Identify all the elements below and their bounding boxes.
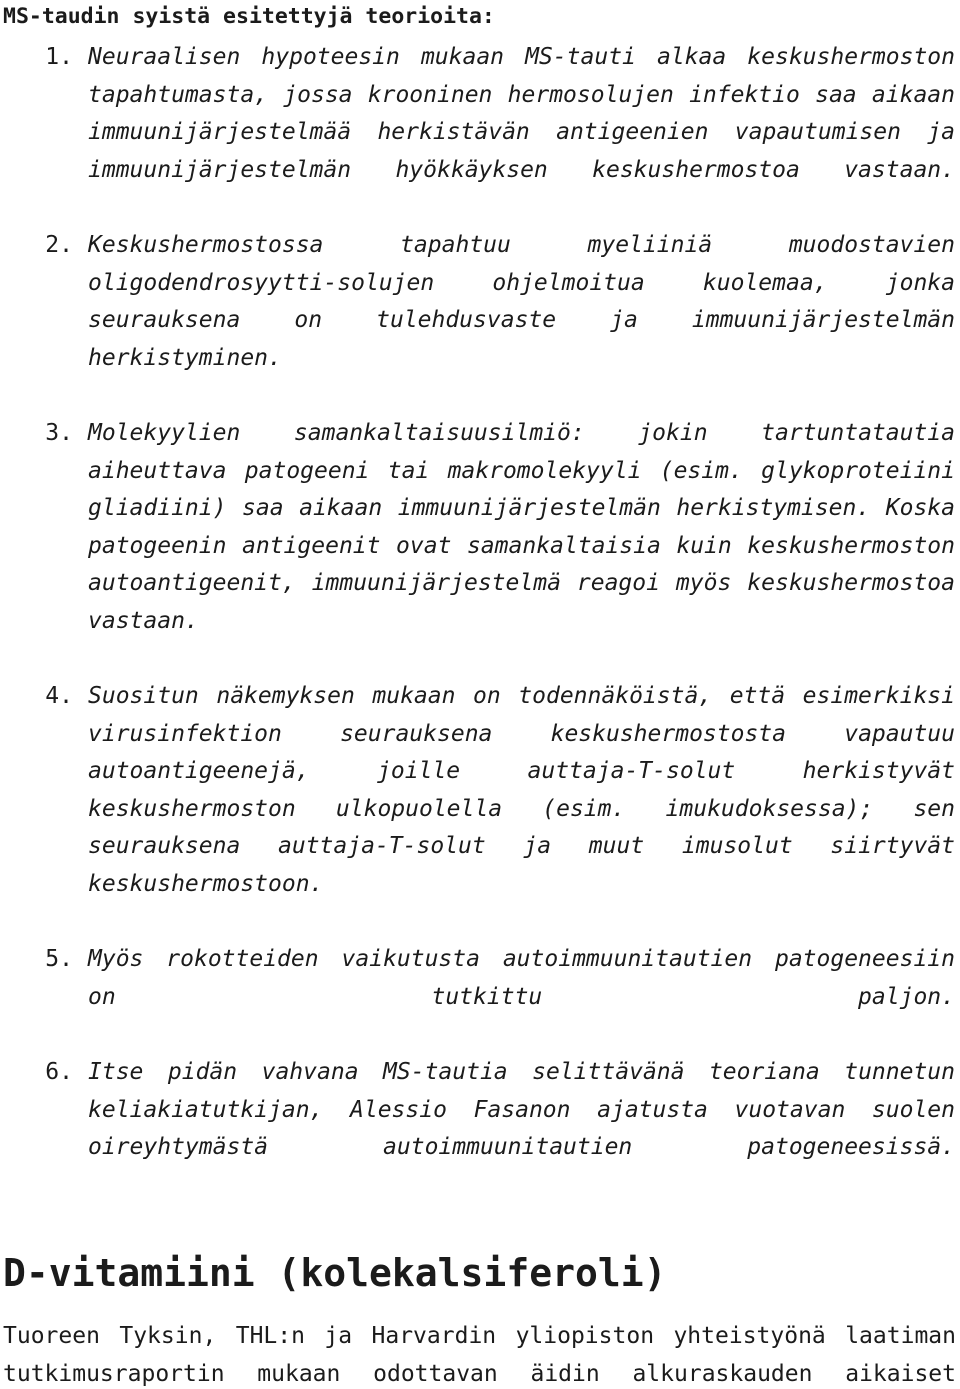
list-item-marker: 1. [45,44,73,70]
list-item-text: Itse pidän vahvana MS-tautia selittävänä… [88,1059,955,1161]
ms-theories-list-block: 1. Neuraalisen hypoteesin mukaan MS-taut… [0,39,960,1204]
ms-theories-list: 1. Neuraalisen hypoteesin mukaan MS-taut… [0,39,960,1204]
list-item-text: Keskushermostossa tapahtuu myeliiniä muo… [88,231,955,371]
list-item-marker: 4. [45,683,73,710]
list-item-text: Suositun näkemyksen mukaan on todennäköi… [88,683,955,898]
list-item: 3. Molekyylien samankaltaisuusilmiö: jok… [0,415,960,678]
list-item-text: Neuraalisen hypoteesin mukaan MS-tauti a… [88,44,955,183]
vitamin-d-paragraph: Tuoreen Tyksin, THL:n ja Harvardin yliop… [3,1323,956,1387]
heading-spacer [0,1296,960,1318]
list-item-marker: 6. [45,1059,73,1086]
page-title-ms-theories: MS-taudin syistä esitettyjä teorioita: [3,4,495,29]
list-item-text: Molekyylien samankaltaisuusilmiö: jokin … [88,419,955,634]
document-page: MS-taudin syistä esitettyjä teorioita: 1… [0,0,960,1389]
list-item: 4. Suositun näkemyksen mukaan on todennä… [0,678,960,941]
list-item: 1. Neuraalisen hypoteesin mukaan MS-taut… [0,39,960,227]
list-item-marker: 5. [45,946,73,973]
list-item: 5. Myös rokotteiden vaikutusta autoimmuu… [0,941,960,1054]
list-item-text: Myös rokotteiden vaikutusta autoimmuunit… [88,946,955,1010]
list-item-marker: 3. [45,419,73,446]
list-item: 6. Itse pidän vahvana MS-tautia selittäv… [0,1054,960,1204]
list-item: 2. Keskushermostossa tapahtuu myeliiniä … [0,227,960,415]
list-item-marker: 2. [45,231,73,258]
section-heading-vitamin-d: D-vitamiini (kolekalsiferoli) [3,1251,667,1296]
